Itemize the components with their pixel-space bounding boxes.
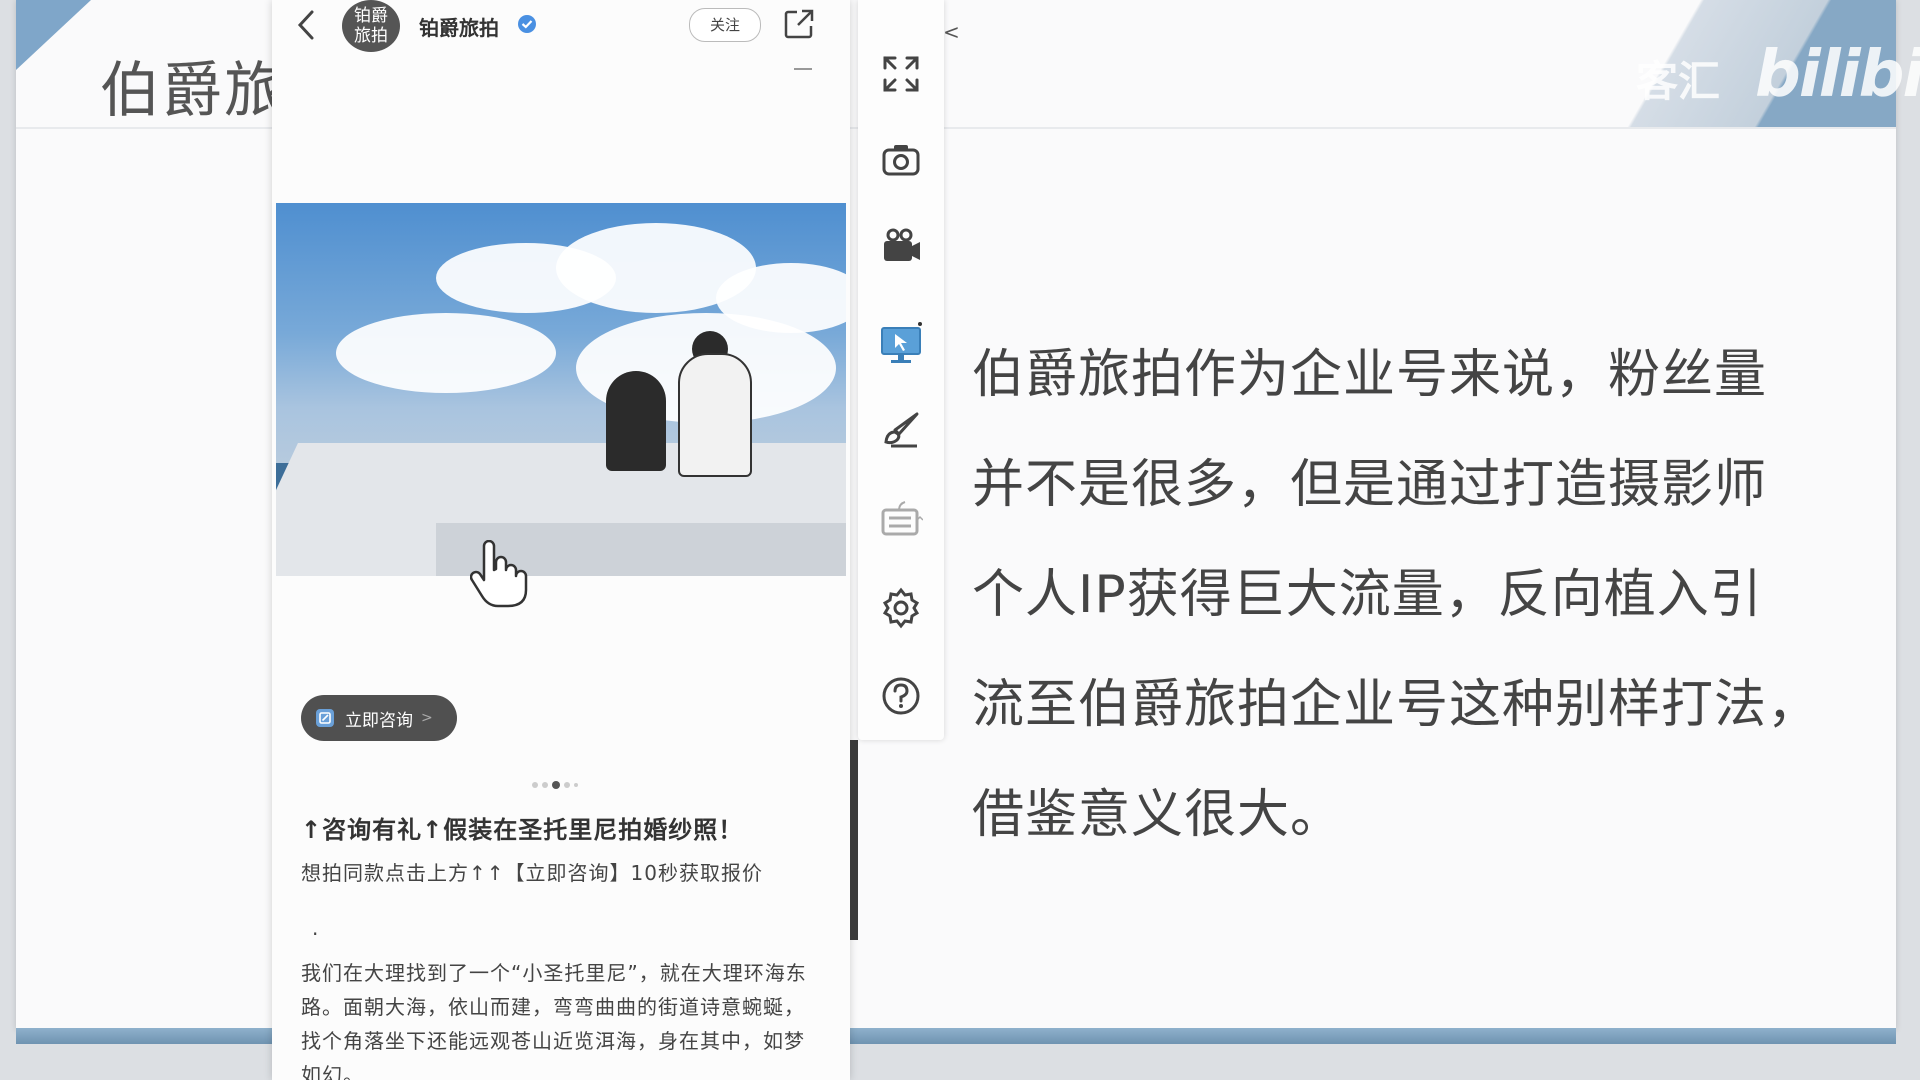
- toolbar-collapse-button[interactable]: <: [943, 20, 961, 52]
- post-subtitle: 想拍同款点击上方↑↑【立即咨询】10秒获取报价: [301, 861, 763, 885]
- watermark-text: 客汇: [1636, 57, 1721, 106]
- post-photo[interactable]: [276, 203, 846, 576]
- post-separator: ·: [312, 922, 319, 946]
- carousel-dot[interactable]: [574, 783, 578, 787]
- settings-icon[interactable]: [879, 586, 923, 630]
- slide-corner-decoration: [16, 0, 91, 70]
- back-icon[interactable]: [292, 8, 322, 42]
- carousel-dot-active[interactable]: [552, 781, 560, 789]
- consult-button[interactable]: 立即咨询 >: [301, 695, 457, 741]
- body-line: 并不是很多，但是通过打造摄影师: [972, 455, 1768, 515]
- screen-cast-icon[interactable]: [879, 322, 923, 366]
- body-line: 伯爵旅拍作为企业号来说，粉丝量: [972, 345, 1768, 405]
- minimize-icon[interactable]: [794, 68, 812, 70]
- body-line: 个人IP获得巨大流量，反向植入引: [972, 565, 1763, 625]
- edit-icon: [316, 709, 334, 727]
- photo-person: [678, 353, 752, 477]
- verified-icon: [518, 15, 536, 33]
- hand-cursor-icon: [470, 540, 528, 608]
- account-name[interactable]: 铂爵旅拍: [419, 12, 499, 41]
- follow-button[interactable]: 关注: [689, 8, 761, 42]
- chevron-right-icon: >: [421, 710, 433, 726]
- side-toolbar: [858, 0, 944, 740]
- photo-cloud: [336, 313, 556, 393]
- carousel-dot[interactable]: [564, 782, 570, 788]
- scrollbar[interactable]: [850, 740, 858, 940]
- keyboard-icon[interactable]: [879, 498, 923, 542]
- slide-title: 伯爵旅: [100, 56, 286, 126]
- brush-icon[interactable]: [879, 408, 923, 452]
- carousel-dot[interactable]: [532, 782, 538, 788]
- phone-topbar: 铂爵旅拍 铂爵旅拍 关注: [272, 0, 850, 54]
- post-body: 我们在大理找到了一个“小圣托里尼”，就在大理环海东路。面朝大海，依山而建，弯弯曲…: [301, 961, 807, 1080]
- share-icon[interactable]: [783, 8, 815, 40]
- slide-body-text: 伯爵旅拍作为企业号来说，粉丝量 并不是很多，但是通过打造摄影师 个人IP获得巨大…: [972, 320, 1852, 870]
- post-title: ↑咨询有礼↑假装在圣托里尼拍婚纱照！: [301, 816, 744, 844]
- help-icon[interactable]: [879, 674, 923, 718]
- avatar[interactable]: 铂爵旅拍: [342, 0, 400, 52]
- camera-icon[interactable]: [879, 138, 923, 182]
- carousel-indicator: [532, 781, 578, 789]
- bilibili-logo: bilibili: [1755, 38, 1920, 112]
- carousel-dot[interactable]: [542, 782, 548, 788]
- consult-label: 立即咨询: [345, 710, 413, 731]
- fullscreen-icon[interactable]: [879, 52, 923, 96]
- body-line: 借鉴意义很大。: [972, 785, 1344, 845]
- photo-person: [606, 371, 666, 471]
- body-line: 流至伯爵旅拍企业号这种别样打法，: [972, 675, 1821, 735]
- video-camera-icon[interactable]: [879, 224, 923, 268]
- phone-panel: 铂爵旅拍 铂爵旅拍 关注 立即咨询 > ↑咨询有礼↑假装在圣托里尼拍婚纱照！ 想…: [272, 0, 850, 1080]
